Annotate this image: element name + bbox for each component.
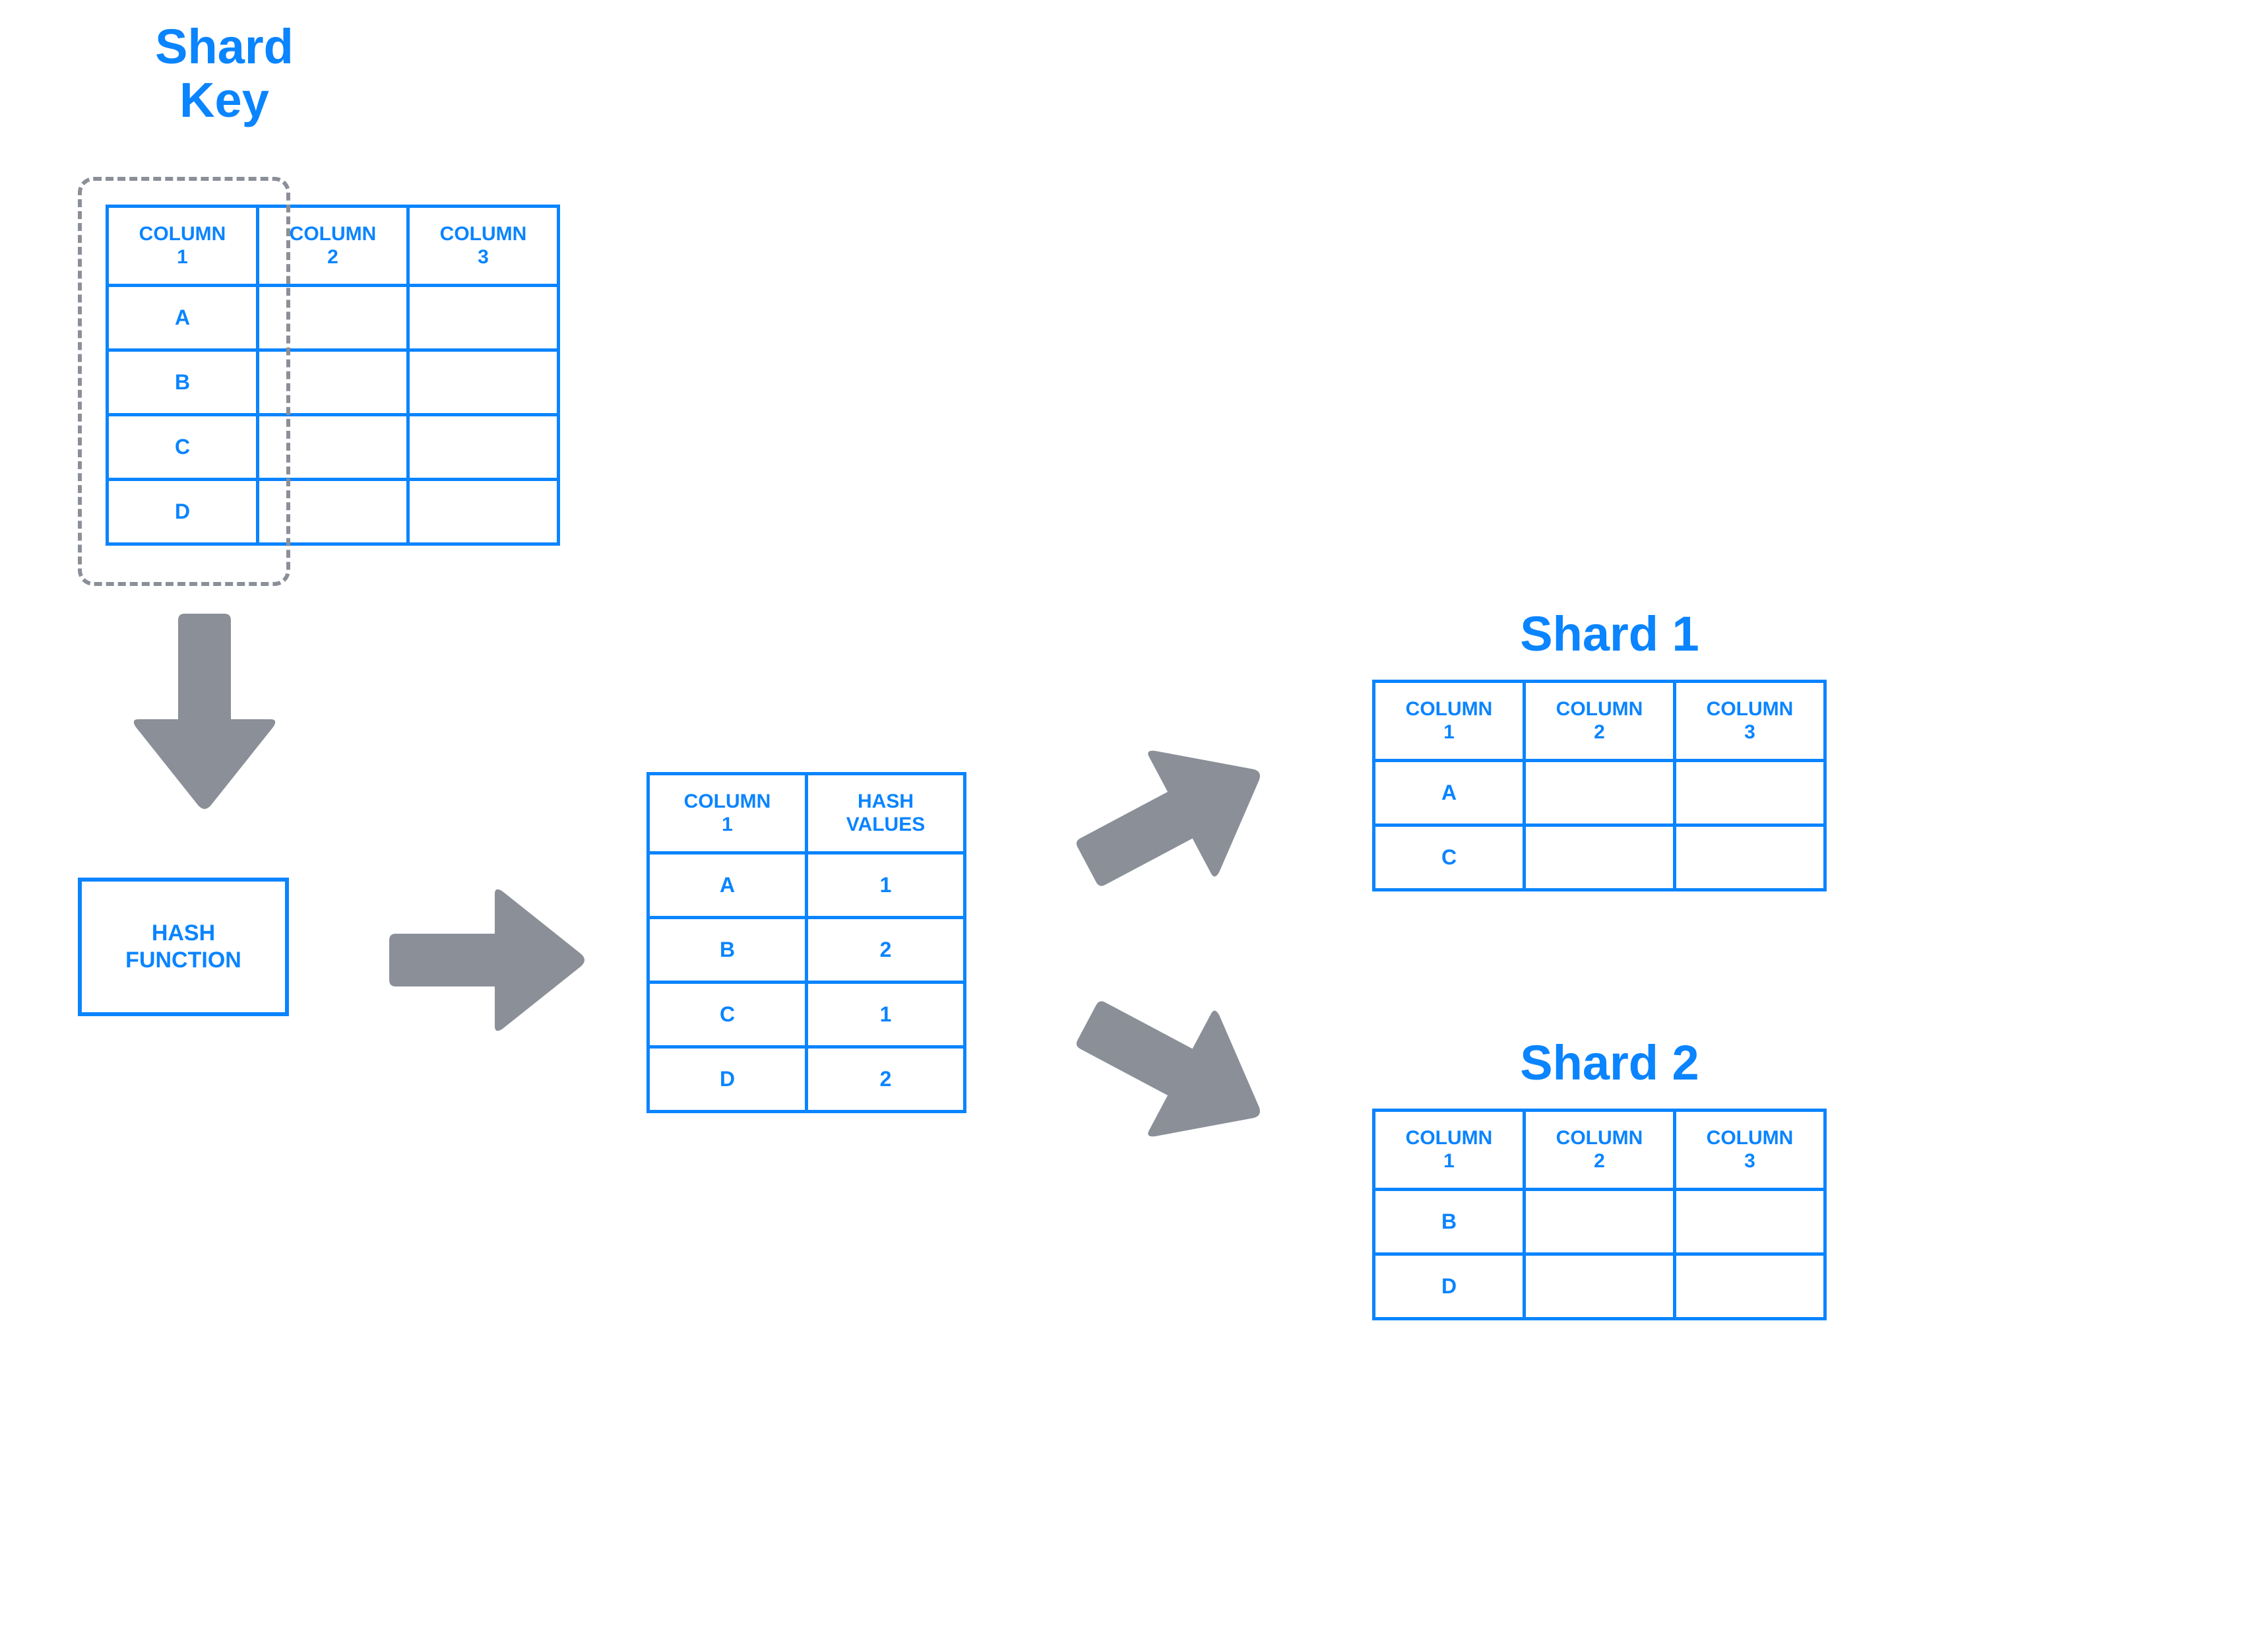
col-header: COLUMN3: [1675, 682, 1825, 761]
col-header: COLUMN2: [1525, 1111, 1675, 1190]
cell: D: [1374, 1254, 1525, 1319]
cell: [1675, 1190, 1825, 1254]
cell: B: [1374, 1190, 1525, 1254]
shard2-title: Shard 2: [1372, 1036, 1847, 1089]
hash-table: COLUMN1 HASHVALUES A 1 B 2 C 1 D 2: [646, 772, 966, 1113]
source-table: COLUMN1 COLUMN2 COLUMN3 A B C D: [106, 205, 560, 546]
arrow-right-icon: [389, 888, 587, 1033]
col-header: COLUMN1: [1374, 682, 1525, 761]
hash-function-box: HASHFUNCTION: [78, 878, 289, 1016]
arrow-down-right-icon: [1075, 990, 1273, 1148]
col-header: COLUMN3: [408, 207, 559, 286]
cell: [1675, 825, 1825, 890]
shard1-title: Shard 1: [1372, 607, 1847, 661]
cell: C: [648, 983, 807, 1047]
col-header: COLUMN2: [1525, 682, 1675, 761]
shard-key-title: ShardKey: [106, 20, 343, 127]
arrow-down-icon: [132, 614, 277, 812]
cell: A: [108, 286, 258, 350]
col-header: COLUMN1: [108, 207, 258, 286]
col-header: COLUMN1: [1374, 1111, 1525, 1190]
cell: [258, 480, 408, 544]
cell: [258, 415, 408, 480]
cell: [408, 350, 559, 415]
cell: [408, 286, 559, 350]
cell: 1: [807, 983, 965, 1047]
arrow-up-right-icon: [1075, 739, 1273, 897]
cell: 2: [807, 918, 965, 983]
cell: [1675, 761, 1825, 825]
cell: D: [108, 480, 258, 544]
cell: [408, 480, 559, 544]
cell: 2: [807, 1047, 965, 1112]
shard2-table: COLUMN1 COLUMN2 COLUMN3 B D: [1372, 1109, 1827, 1320]
cell: C: [1374, 825, 1525, 890]
cell: D: [648, 1047, 807, 1112]
cell: [1525, 761, 1675, 825]
cell: A: [1374, 761, 1525, 825]
col-header: HASHVALUES: [807, 774, 965, 853]
cell: C: [108, 415, 258, 480]
cell: [1525, 1254, 1675, 1319]
cell: [408, 415, 559, 480]
col-header: COLUMN1: [648, 774, 807, 853]
cell: B: [648, 918, 807, 983]
cell: [1525, 825, 1675, 890]
cell: 1: [807, 853, 965, 918]
cell: B: [108, 350, 258, 415]
cell: [258, 286, 408, 350]
cell: [1675, 1254, 1825, 1319]
col-header: COLUMN3: [1675, 1111, 1825, 1190]
col-header: COLUMN2: [258, 207, 408, 286]
shard1-table: COLUMN1 COLUMN2 COLUMN3 A C: [1372, 680, 1827, 891]
cell: A: [648, 853, 807, 918]
cell: [258, 350, 408, 415]
cell: [1525, 1190, 1675, 1254]
